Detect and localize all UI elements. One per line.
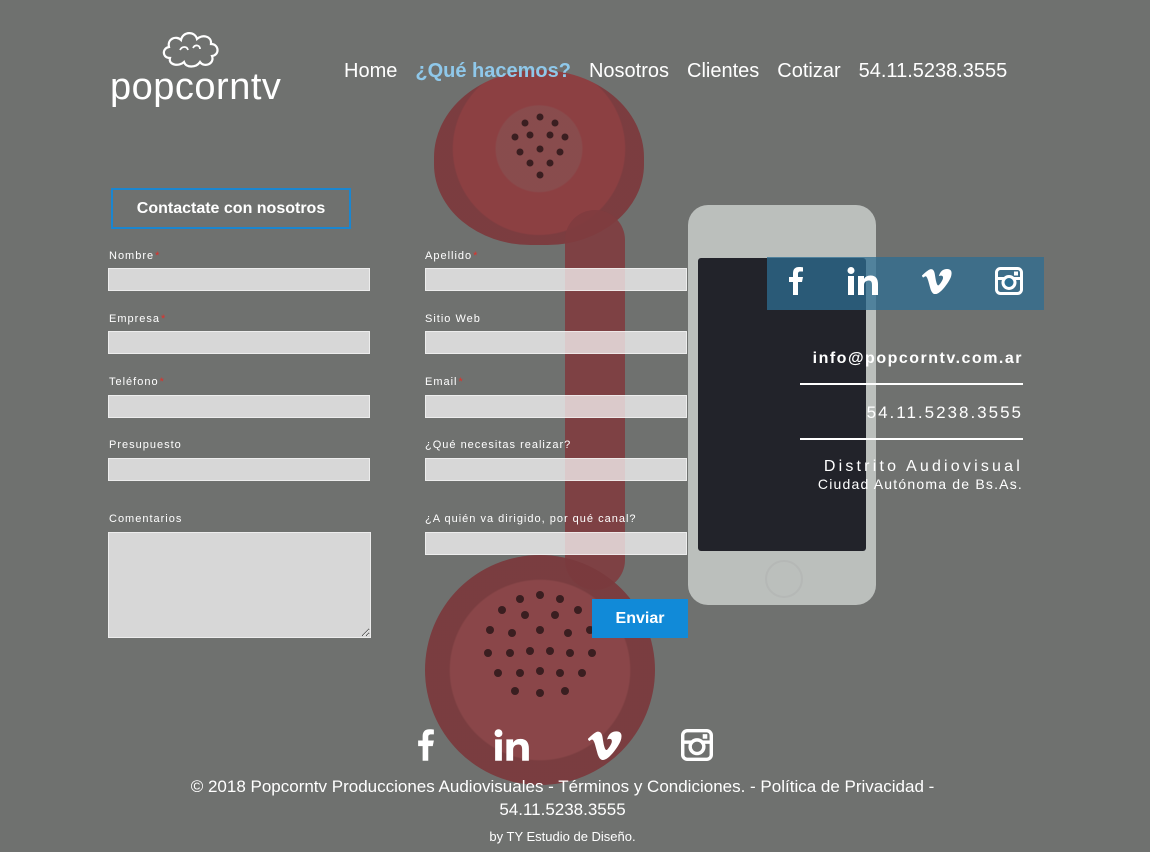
nav-item-que-hacemos[interactable]: ¿Qué hacemos? [415, 60, 571, 83]
social-bar [767, 257, 1044, 310]
nav-item-nosotros[interactable]: Nosotros [589, 60, 669, 83]
required-marker: * [159, 376, 165, 388]
footer-social [405, 725, 725, 770]
contact-address-line2: Ciudad Autónoma de Bs.As. [817, 476, 1023, 492]
label-nombre: Nombre* [109, 250, 161, 262]
contact-address-line1: Distrito Audiovisual [823, 458, 1023, 475]
vimeo-icon[interactable] [921, 268, 952, 299]
contact-phone[interactable]: 54.11.5238.3555 [800, 403, 1023, 423]
divider [800, 438, 1023, 440]
input-sitio-web[interactable] [425, 331, 687, 354]
input-presupuesto[interactable] [108, 458, 370, 481]
input-nombre[interactable] [108, 268, 370, 291]
contact-email[interactable]: info@popcorntv.com.ar [800, 350, 1023, 368]
footer-credit[interactable]: by TY Estudio de Diseño. [0, 829, 1125, 844]
instagram-icon[interactable] [680, 729, 713, 766]
label-presupuesto: Presupuesto [109, 439, 182, 451]
label-email: Email* [425, 376, 464, 388]
label-sitio-web: Sitio Web [425, 313, 481, 325]
required-marker: * [458, 376, 464, 388]
label-comentarios: Comentarios [109, 513, 183, 525]
facebook-icon[interactable] [417, 729, 435, 766]
textarea-comentarios[interactable] [108, 532, 371, 638]
input-telefono[interactable] [108, 395, 370, 418]
label-a-quien: ¿A quién va dirigido, por qué canal? [425, 513, 637, 525]
input-email[interactable] [425, 395, 687, 418]
vimeo-icon[interactable] [587, 730, 622, 765]
label-apellido: Apellido* [425, 250, 479, 262]
input-que-necesitas[interactable] [425, 458, 687, 481]
nav-item-cotizar[interactable]: Cotizar [777, 60, 840, 83]
background-earpiece-holes [511, 113, 569, 179]
submit-button[interactable]: Enviar [592, 599, 688, 638]
footer-copyright[interactable]: © 2018 Popcorntv Producciones Audiovisua… [0, 777, 1125, 797]
instagram-icon[interactable] [994, 267, 1023, 300]
brand-wordmark: popcorntv [110, 66, 282, 108]
footer-phone[interactable]: 54.11.5238.3555 [0, 800, 1125, 820]
required-marker: * [155, 250, 161, 262]
divider [800, 383, 1023, 385]
label-empresa: Empresa* [109, 313, 167, 325]
main-nav: Home ¿Qué hacemos? Nosotros Clientes Cot… [344, 60, 1025, 83]
input-empresa[interactable] [108, 331, 370, 354]
contact-info: info@popcorntv.com.ar 54.11.5238.3555 Di… [800, 350, 1023, 492]
required-marker: * [473, 250, 479, 262]
nav-item-clientes[interactable]: Clientes [687, 60, 759, 83]
linkedin-icon[interactable] [494, 729, 530, 766]
required-marker: * [161, 313, 167, 325]
input-a-quien[interactable] [425, 532, 687, 555]
input-apellido[interactable] [425, 268, 687, 291]
nav-item-home[interactable]: Home [344, 60, 397, 83]
label-que-necesitas: ¿Qué necesitas realizar? [425, 439, 572, 451]
nav-item-phone[interactable]: 54.11.5238.3555 [859, 60, 1008, 83]
linkedin-icon[interactable] [847, 267, 879, 300]
background-mouthpiece-holes [484, 591, 596, 697]
form-title: Contactate con nosotros [111, 188, 351, 229]
label-telefono: Teléfono* [109, 376, 165, 388]
facebook-icon[interactable] [788, 267, 804, 300]
background-smartphone-button [765, 560, 803, 598]
